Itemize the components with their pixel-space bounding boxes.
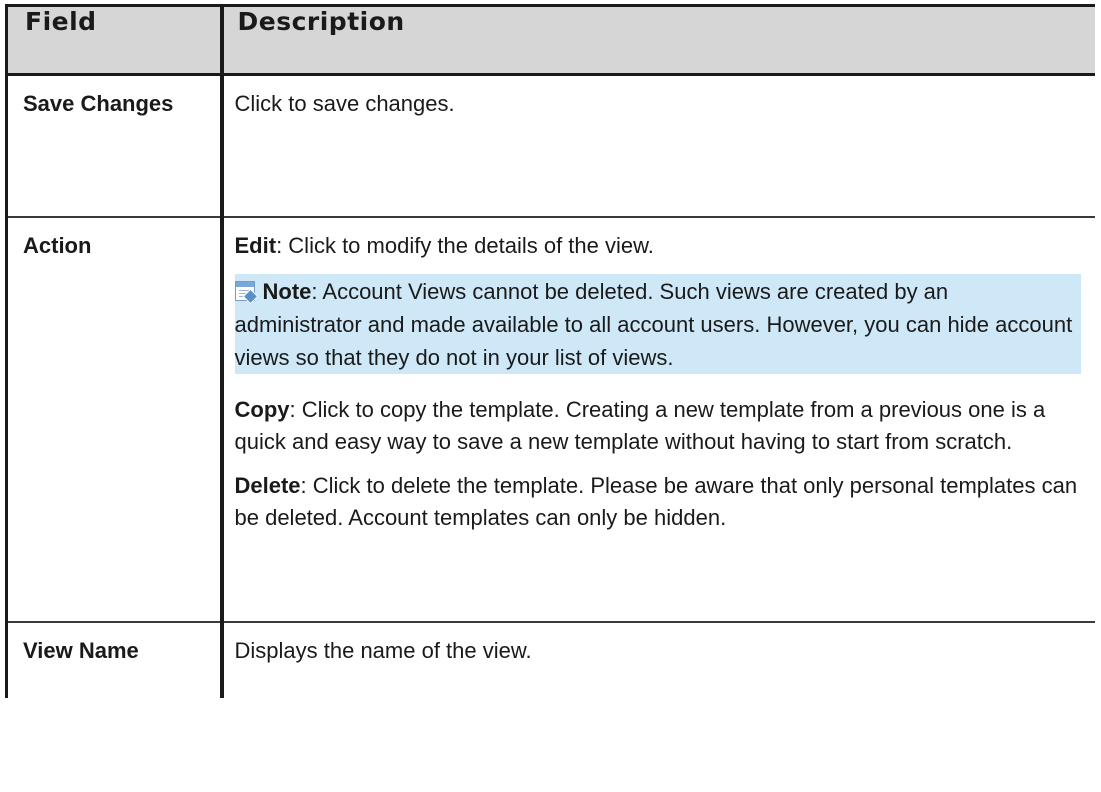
table-row-save-changes: Save Changes Click to save changes.: [6, 74, 1095, 218]
header-description: Description: [221, 5, 1095, 76]
description-text: Click to save changes.: [234, 91, 455, 116]
description-text: Displays the name of the view.: [234, 637, 532, 663]
note-text: : Account Views cannot be deleted. Such …: [234, 278, 1073, 370]
table-row-action: Action Edit: Click to modify the details…: [6, 216, 1095, 623]
note-callout: Note: Account Views cannot be deleted. S…: [234, 273, 1081, 374]
field-action: Action: [6, 216, 224, 623]
description-view-name: Displays the name of the view.: [222, 622, 1096, 698]
delete-paragraph: Delete: Click to delete the template. Pl…: [235, 470, 1082, 534]
header-row: Field Description: [6, 5, 1095, 76]
table-row-view-name: View Name Displays the name of the view.: [6, 621, 1096, 698]
delete-text: : Click to delete the template. Please b…: [234, 472, 1078, 530]
header-field: Field: [6, 5, 224, 76]
field-save-changes: Save Changes: [6, 74, 224, 218]
copy-paragraph: Copy: Click to copy the template. Creati…: [235, 394, 1082, 458]
note-term: Note: [262, 278, 312, 304]
description-action: Edit: Click to modify the details of the…: [221, 216, 1095, 623]
field-view-name: View Name: [6, 621, 224, 698]
copy-term: Copy: [234, 396, 290, 422]
table-header: Field Description: [6, 5, 1095, 76]
copy-text: : Click to copy the template. Creating a…: [234, 396, 1046, 454]
edit-term: Edit: [234, 232, 277, 258]
note-icon: [234, 280, 258, 304]
edit-paragraph: Edit: Click to modify the details of the…: [235, 230, 1082, 262]
description-save-changes: Click to save changes.: [221, 74, 1095, 218]
edit-text: : Click to modify the details of the vie…: [276, 232, 654, 258]
field-description-table: Field Description Save Changes Click to …: [5, 4, 1095, 698]
delete-term: Delete: [234, 472, 301, 498]
